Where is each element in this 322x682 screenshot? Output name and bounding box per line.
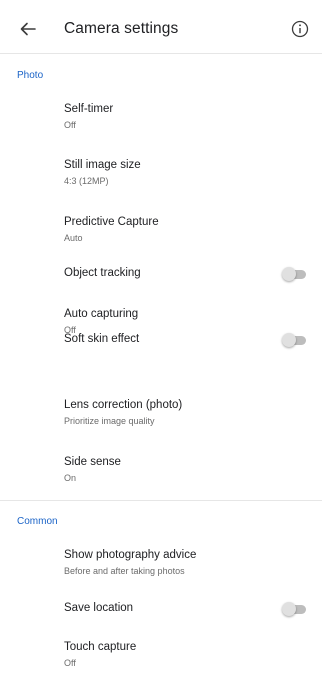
- setting-title: Lens correction (photo): [64, 399, 183, 411]
- page-title: Camera settings: [64, 20, 179, 37]
- setting-show-photography-advice[interactable]: Show photography advice Before and after…: [0, 541, 322, 581]
- setting-title: Soft skin effect: [64, 333, 140, 345]
- setting-summary: Off: [64, 658, 76, 668]
- section-header-common: Common: [17, 516, 58, 527]
- object-tracking-toggle[interactable]: [282, 267, 306, 281]
- section-divider: [0, 500, 322, 501]
- toggle-thumb: [282, 602, 296, 616]
- back-button[interactable]: [16, 17, 40, 41]
- setting-title: Auto capturing: [64, 308, 139, 320]
- setting-title: Object tracking: [64, 267, 141, 279]
- setting-summary: Auto: [64, 233, 83, 243]
- setting-soft-skin-effect[interactable]: Soft skin effect: [0, 324, 322, 354]
- arrow-back-icon: [20, 22, 36, 36]
- setting-title: Touch capture: [64, 641, 137, 653]
- setting-title: Still image size: [64, 159, 141, 171]
- setting-summary: On: [64, 473, 77, 483]
- setting-save-location[interactable]: Save location: [0, 593, 322, 623]
- setting-summary: 4:3 (12MP): [64, 176, 109, 186]
- info-circle-icon: [291, 20, 309, 38]
- setting-object-tracking[interactable]: Object tracking: [0, 258, 322, 288]
- setting-title: Save location: [64, 602, 134, 614]
- save-location-toggle[interactable]: [282, 602, 306, 616]
- setting-still-image-size[interactable]: Still image size 4:3 (12MP): [0, 151, 322, 191]
- setting-side-sense[interactable]: Side sense On: [0, 448, 322, 488]
- section-header-photo: Photo: [17, 70, 44, 81]
- setting-title: Predictive Capture: [64, 216, 159, 228]
- setting-self-timer[interactable]: Self-timer Off: [0, 95, 322, 135]
- toggle-thumb: [282, 267, 296, 281]
- setting-summary: Prioritize image quality: [64, 416, 155, 426]
- setting-summary: Off: [64, 120, 76, 130]
- setting-summary: Before and after taking photos: [64, 566, 185, 576]
- app-bar: Camera settings: [0, 0, 322, 54]
- soft-skin-effect-toggle[interactable]: [282, 333, 306, 347]
- setting-predictive-capture[interactable]: Predictive Capture Auto: [0, 208, 322, 248]
- setting-touch-capture[interactable]: Touch capture Off: [0, 633, 322, 673]
- setting-title: Side sense: [64, 456, 121, 468]
- setting-lens-correction[interactable]: Lens correction (photo) Prioritize image…: [0, 391, 322, 431]
- toggle-thumb: [282, 333, 296, 347]
- info-button[interactable]: [290, 19, 310, 39]
- setting-title: Show photography advice: [64, 549, 197, 561]
- setting-title: Self-timer: [64, 103, 114, 115]
